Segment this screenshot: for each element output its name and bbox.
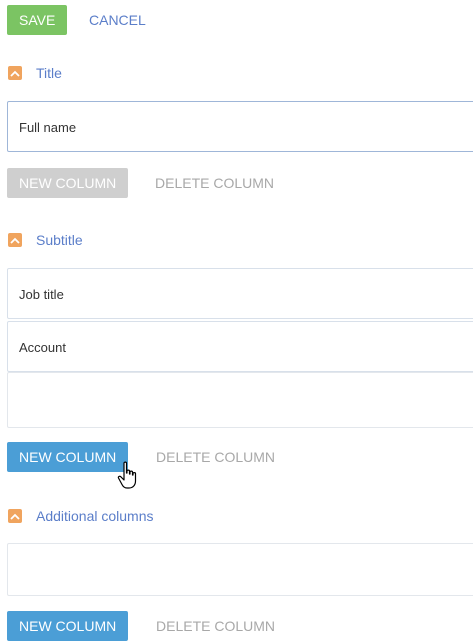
delete-column-button[interactable]: DELETE COLUMN — [156, 611, 275, 641]
column-field-job-title[interactable]: Job title — [7, 268, 473, 319]
chevron-up-icon[interactable] — [8, 233, 22, 247]
new-column-button[interactable]: NEW COLUMN — [7, 168, 129, 198]
column-field-account[interactable]: Account — [7, 321, 473, 372]
cancel-button[interactable]: CANCEL — [89, 5, 146, 35]
chevron-up-icon[interactable] — [8, 509, 22, 523]
section-title: Subtitle — [36, 232, 83, 248]
delete-column-button[interactable]: DELETE COLUMN — [156, 442, 275, 472]
hand-pointer-icon — [117, 461, 137, 489]
new-column-button[interactable]: NEW COLUMN — [7, 442, 129, 472]
new-column-button[interactable]: NEW COLUMN — [7, 611, 129, 641]
delete-column-button[interactable]: DELETE COLUMN — [155, 168, 274, 198]
column-field-label: Account — [19, 340, 66, 355]
chevron-up-icon[interactable] — [8, 66, 22, 80]
column-field-label: Job title — [19, 287, 64, 302]
column-drop-area[interactable] — [7, 543, 473, 596]
section-header-title[interactable]: Title — [8, 64, 62, 82]
section-header-additional-columns[interactable]: Additional columns — [8, 507, 154, 525]
save-button[interactable]: SAVE — [7, 5, 68, 35]
column-field-full-name[interactable]: Full name — [7, 101, 473, 152]
column-field-label: Full name — [19, 120, 77, 135]
section-title: Title — [36, 65, 62, 81]
column-drop-area[interactable] — [7, 372, 473, 428]
section-title: Additional columns — [36, 508, 154, 524]
section-header-subtitle[interactable]: Subtitle — [8, 231, 83, 249]
